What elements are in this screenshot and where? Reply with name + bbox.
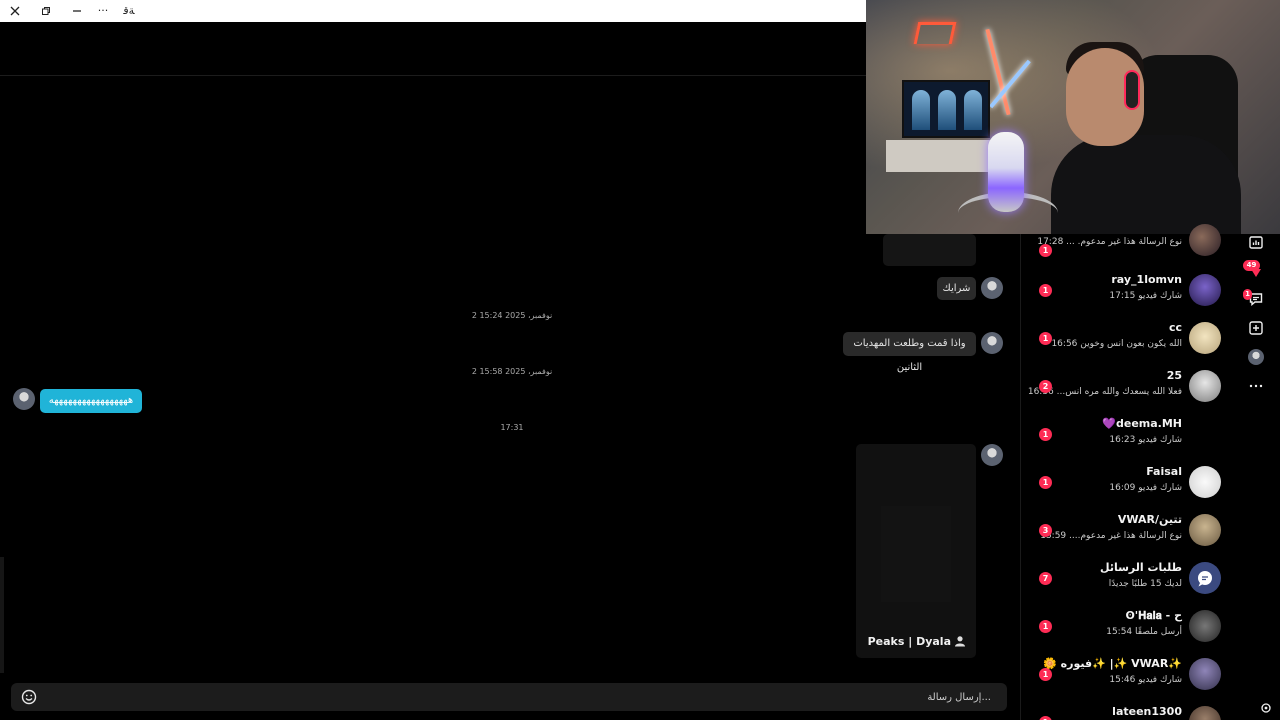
conversation-item[interactable]: Faisal شارك فيديو 16:09 1 — [1021, 462, 1233, 510]
conversation-item[interactable]: deema.MH💜 شارك فيديو 16:23 1 — [1021, 414, 1233, 462]
more-menu-button[interactable]: ··· — [96, 3, 110, 19]
language-indicator[interactable]: ﺔﻗ — [120, 3, 138, 19]
unread-badge: 7 — [1039, 572, 1052, 585]
message-timestamp: 2 نوفمبر، 2025 15:58 — [471, 367, 553, 376]
right-rail: 49 1 — [1232, 234, 1280, 720]
conversation-avatar — [1189, 514, 1221, 546]
conversation-name: طلبات الرسائل — [1100, 561, 1182, 574]
conversation-avatar — [1189, 274, 1221, 306]
message-input[interactable] — [51, 683, 991, 711]
messages-count-badge: 1 — [1243, 289, 1252, 300]
conversation-item[interactable]: ray_1lomvn شارك فيديو 17:15 1 — [1021, 270, 1233, 318]
conversation-name: ح - ʘ'𝐇𝐚𝐥𝐚 — [1125, 609, 1182, 622]
conversation-avatar — [1189, 322, 1221, 354]
sender-avatar[interactable] — [981, 277, 1003, 299]
message-timestamp: 2 نوفمبر، 2025 15:24 — [471, 311, 553, 320]
unread-badge: 1 — [1039, 476, 1052, 489]
analytics-icon[interactable] — [1248, 234, 1264, 250]
conversation-avatar — [1189, 224, 1221, 256]
unread-badge: 3 — [1039, 524, 1052, 537]
minimize-icon[interactable] — [70, 3, 84, 19]
webcam-overlay — [866, 0, 1280, 234]
conversation-name: 25 — [1166, 369, 1182, 382]
shared-profile-card[interactable]: Peaks | Dyala — [856, 444, 976, 658]
conversation-name: lateen1300 — [1112, 705, 1182, 718]
settings-icon[interactable] — [1260, 702, 1272, 714]
window-title-bar: ··· ﺔﻗ — [0, 0, 866, 22]
conversation-avatar — [1189, 658, 1221, 690]
conversation-name: ✨VWAR ✨| ✨فيوره 🌼 — [1043, 657, 1182, 670]
conversation-list: نوع الرسالة هذا غير مدعوم. ... 17:28 1 r… — [1020, 224, 1233, 720]
sender-avatar[interactable] — [981, 332, 1003, 354]
message-bubble[interactable]: شرايك — [937, 277, 976, 300]
conversation-item[interactable]: تتين/VWAR نوع الرسالة هذا غير مدعوم.... … — [1021, 510, 1233, 558]
conversation-avatar — [1189, 610, 1221, 642]
conversation-item[interactable]: ✨VWAR ✨| ✨فيوره 🌼 شارك فيديو 15:46 1 — [1021, 654, 1233, 702]
message-requests-item[interactable]: طلبات الرسائل لديك 15 طلبًا جديدًا 7 — [1021, 558, 1233, 606]
unread-badge: 1 — [1039, 668, 1052, 681]
conversation-name: ray_1lomvn — [1111, 273, 1182, 286]
conversation-name: deema.MH💜 — [1102, 417, 1182, 430]
message-bubble-received[interactable]: هههههههههههههههههه — [40, 389, 142, 413]
unread-badge: 1 — [1039, 716, 1052, 720]
close-icon[interactable] — [8, 3, 22, 19]
more-options-icon[interactable] — [1248, 378, 1264, 394]
unread-badge: 1 — [1039, 332, 1052, 345]
conversation-avatar — [1189, 706, 1221, 720]
message-composer — [11, 683, 1007, 711]
conversation-avatar — [1189, 370, 1221, 402]
sender-avatar[interactable] — [981, 444, 1003, 466]
restore-icon[interactable] — [39, 3, 53, 19]
conversation-item[interactable]: cc الله يكون بعون انس وخوين 16:56 1 — [1021, 318, 1233, 366]
unread-badge: 1 — [1039, 620, 1052, 633]
conversation-name: cc — [1168, 321, 1182, 334]
unread-badge: 1 — [1039, 284, 1052, 297]
conversation-item[interactable]: lateen1300 1 — [1021, 702, 1233, 720]
card-thumbnail — [881, 506, 951, 602]
message-bubble[interactable]: واذا قمت وطلعت المهديات الثانين — [843, 332, 976, 373]
emoji-icon[interactable] — [21, 689, 37, 705]
conversation-avatar — [1189, 418, 1221, 450]
unread-badge: 1 — [1039, 428, 1052, 441]
conversation-name: تتين/VWAR — [1117, 513, 1182, 526]
conversation-item[interactable]: ح - ʘ'𝐇𝐚𝐥𝐚 أرسل ملصقًا 15:54 1 — [1021, 606, 1233, 654]
contact-avatar[interactable] — [13, 388, 35, 410]
activity-count-badge: 49 — [1243, 260, 1260, 271]
message-timestamp: 17:31 — [500, 423, 524, 432]
conversation-item[interactable]: 25 فعلا الله يسعدك والله مره انس... 16:3… — [1021, 366, 1233, 414]
profile-avatar[interactable] — [1248, 349, 1264, 365]
upload-plus-icon[interactable] — [1248, 320, 1264, 336]
chat-scrollbar[interactable] — [0, 557, 4, 673]
unread-badge: 2 — [1039, 380, 1052, 393]
message-requests-avatar — [1189, 562, 1221, 594]
chat-bubble-icon — [1198, 571, 1212, 587]
media-card-partial[interactable] — [883, 234, 976, 266]
unread-badge: 1 — [1039, 244, 1052, 257]
conversation-name: Faisal — [1146, 465, 1182, 478]
card-name: Peaks | Dyala — [867, 635, 951, 648]
conversation-avatar — [1189, 466, 1221, 498]
person-icon — [955, 636, 965, 647]
